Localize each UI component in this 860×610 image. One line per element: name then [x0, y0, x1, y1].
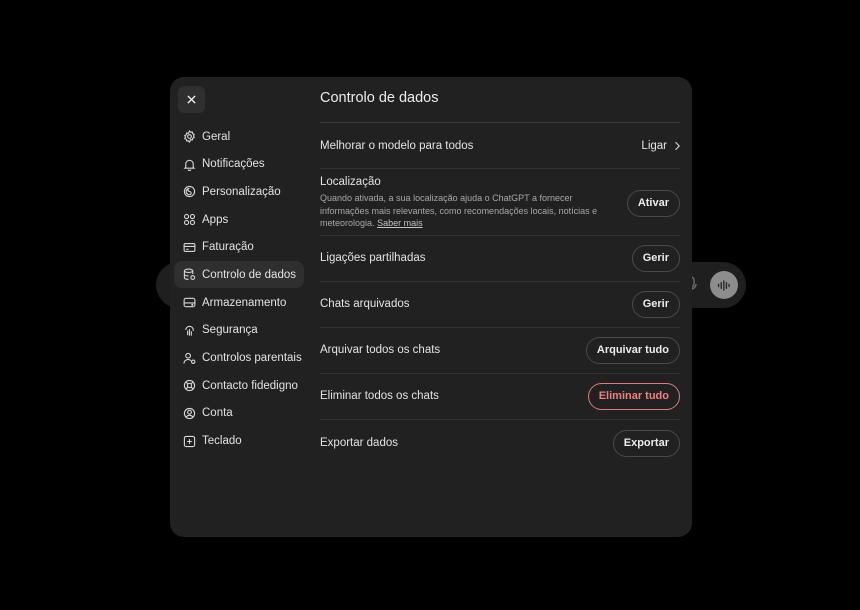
sidebar-item-conta[interactable]: Conta: [174, 400, 304, 427]
sidebar-item-geral[interactable]: Geral: [174, 123, 304, 150]
sidebar-item-label: Faturação: [202, 241, 254, 254]
setting-archive-all: Arquivar todos os chats Arquivar tudo: [320, 336, 680, 364]
lifebuoy-icon: [183, 379, 196, 392]
setting-delete-all: Eliminar todos os chats Eliminar tudo: [320, 382, 680, 410]
personalization-icon: [183, 185, 196, 198]
setting-archived-chats: Chats arquivados Gerir: [320, 290, 680, 318]
sidebar-item-personalizacao[interactable]: Personalização: [174, 178, 304, 205]
voice-mode-button[interactable]: [710, 271, 738, 299]
improve-model-value: Ligar: [641, 140, 667, 152]
sidebar-item-armazenamento[interactable]: Armazenamento: [174, 289, 304, 316]
setting-label: Ligações partilhadas: [320, 252, 426, 264]
sidebar-item-label: Teclado: [202, 435, 242, 448]
sidebar-item-label: Notificações: [202, 158, 265, 171]
export-button[interactable]: Exportar: [612, 429, 680, 457]
manage-shared-links-button[interactable]: Gerir: [631, 244, 680, 272]
waveform-icon: [717, 279, 730, 291]
delete-all-button[interactable]: Eliminar tudo: [587, 382, 680, 410]
setting-label: Melhorar o modelo para todos: [320, 140, 474, 152]
close-icon: [187, 95, 196, 104]
sidebar-item-teclado[interactable]: Teclado: [174, 428, 304, 455]
sidebar-item-label: Armazenamento: [202, 296, 287, 309]
sidebar-item-controlo-de-dados[interactable]: Controlo de dados: [174, 261, 304, 289]
divider: [320, 419, 680, 420]
setting-export: Exportar dados Exportar: [320, 429, 680, 457]
archive-all-button[interactable]: Arquivar tudo: [585, 336, 680, 364]
gear-icon: [183, 130, 196, 143]
sidebar-item-controlos-parentais[interactable]: Controlos parentais: [174, 345, 304, 372]
manage-archived-chats-button[interactable]: Gerir: [631, 290, 680, 318]
chevron-right-icon: [675, 141, 680, 151]
sidebar-item-label: Segurança: [202, 324, 258, 337]
setting-label: Localização: [320, 176, 381, 189]
location-description-text: Quando ativada, a sua localização ajuda …: [320, 193, 598, 229]
apps-grid-icon: [183, 213, 196, 226]
sidebar-item-seguranca[interactable]: Segurança: [174, 317, 304, 344]
sidebar-item-label: Controlo de dados: [202, 268, 296, 281]
close-button[interactable]: [178, 86, 205, 113]
security-icon: [183, 324, 196, 337]
account-icon: [183, 407, 196, 420]
sidebar-item-label: Contacto fidedigno: [202, 379, 298, 392]
settings-modal: Geral Notificações Personalização Apps F…: [170, 77, 692, 537]
setting-location: Localização Quando ativada, a sua locali…: [320, 175, 680, 231]
improve-model-toggle[interactable]: Ligar: [641, 140, 680, 152]
sidebar-item-label: Geral: [202, 130, 231, 143]
divider: [320, 235, 680, 236]
storage-icon: [183, 296, 196, 309]
setting-label: Chats arquivados: [320, 298, 410, 310]
sidebar-item-contacto-fidedigno[interactable]: Contacto fidedigno: [174, 372, 304, 399]
divider: [320, 122, 680, 123]
credit-card-icon: [183, 241, 196, 254]
page-title: Controlo de dados: [320, 90, 439, 106]
bell-icon: [183, 158, 196, 171]
setting-improve-model: Melhorar o modelo para todos Ligar: [320, 132, 680, 160]
location-text: Localização Quando ativada, a sua locali…: [320, 176, 610, 230]
divider: [320, 327, 680, 328]
setting-label: Arquivar todos os chats: [320, 344, 441, 356]
setting-label: Eliminar todos os chats: [320, 390, 439, 402]
enable-location-button[interactable]: Ativar: [626, 189, 680, 217]
sidebar-item-apps[interactable]: Apps: [174, 206, 304, 233]
divider: [320, 373, 680, 374]
location-description: Quando ativada, a sua localização ajuda …: [320, 192, 610, 230]
learn-more-link[interactable]: Saber mais: [377, 218, 423, 228]
sidebar-item-label: Controlos parentais: [202, 352, 302, 364]
divider: [320, 168, 680, 169]
settings-sidebar: Geral Notificações Personalização Apps F…: [174, 123, 304, 455]
sidebar-item-notificacoes[interactable]: Notificações: [174, 151, 304, 178]
database-icon: [183, 268, 196, 281]
setting-shared-links: Ligações partilhadas Gerir: [320, 244, 680, 272]
sidebar-item-label: Personalização: [202, 185, 281, 198]
sidebar-item-label: Apps: [202, 213, 229, 226]
sidebar-item-faturacao[interactable]: Faturação: [174, 234, 304, 261]
keyboard-icon: [183, 435, 196, 448]
setting-label: Exportar dados: [320, 437, 398, 449]
divider: [320, 281, 680, 282]
parental-icon: [183, 352, 196, 365]
sidebar-item-label: Conta: [202, 407, 233, 420]
